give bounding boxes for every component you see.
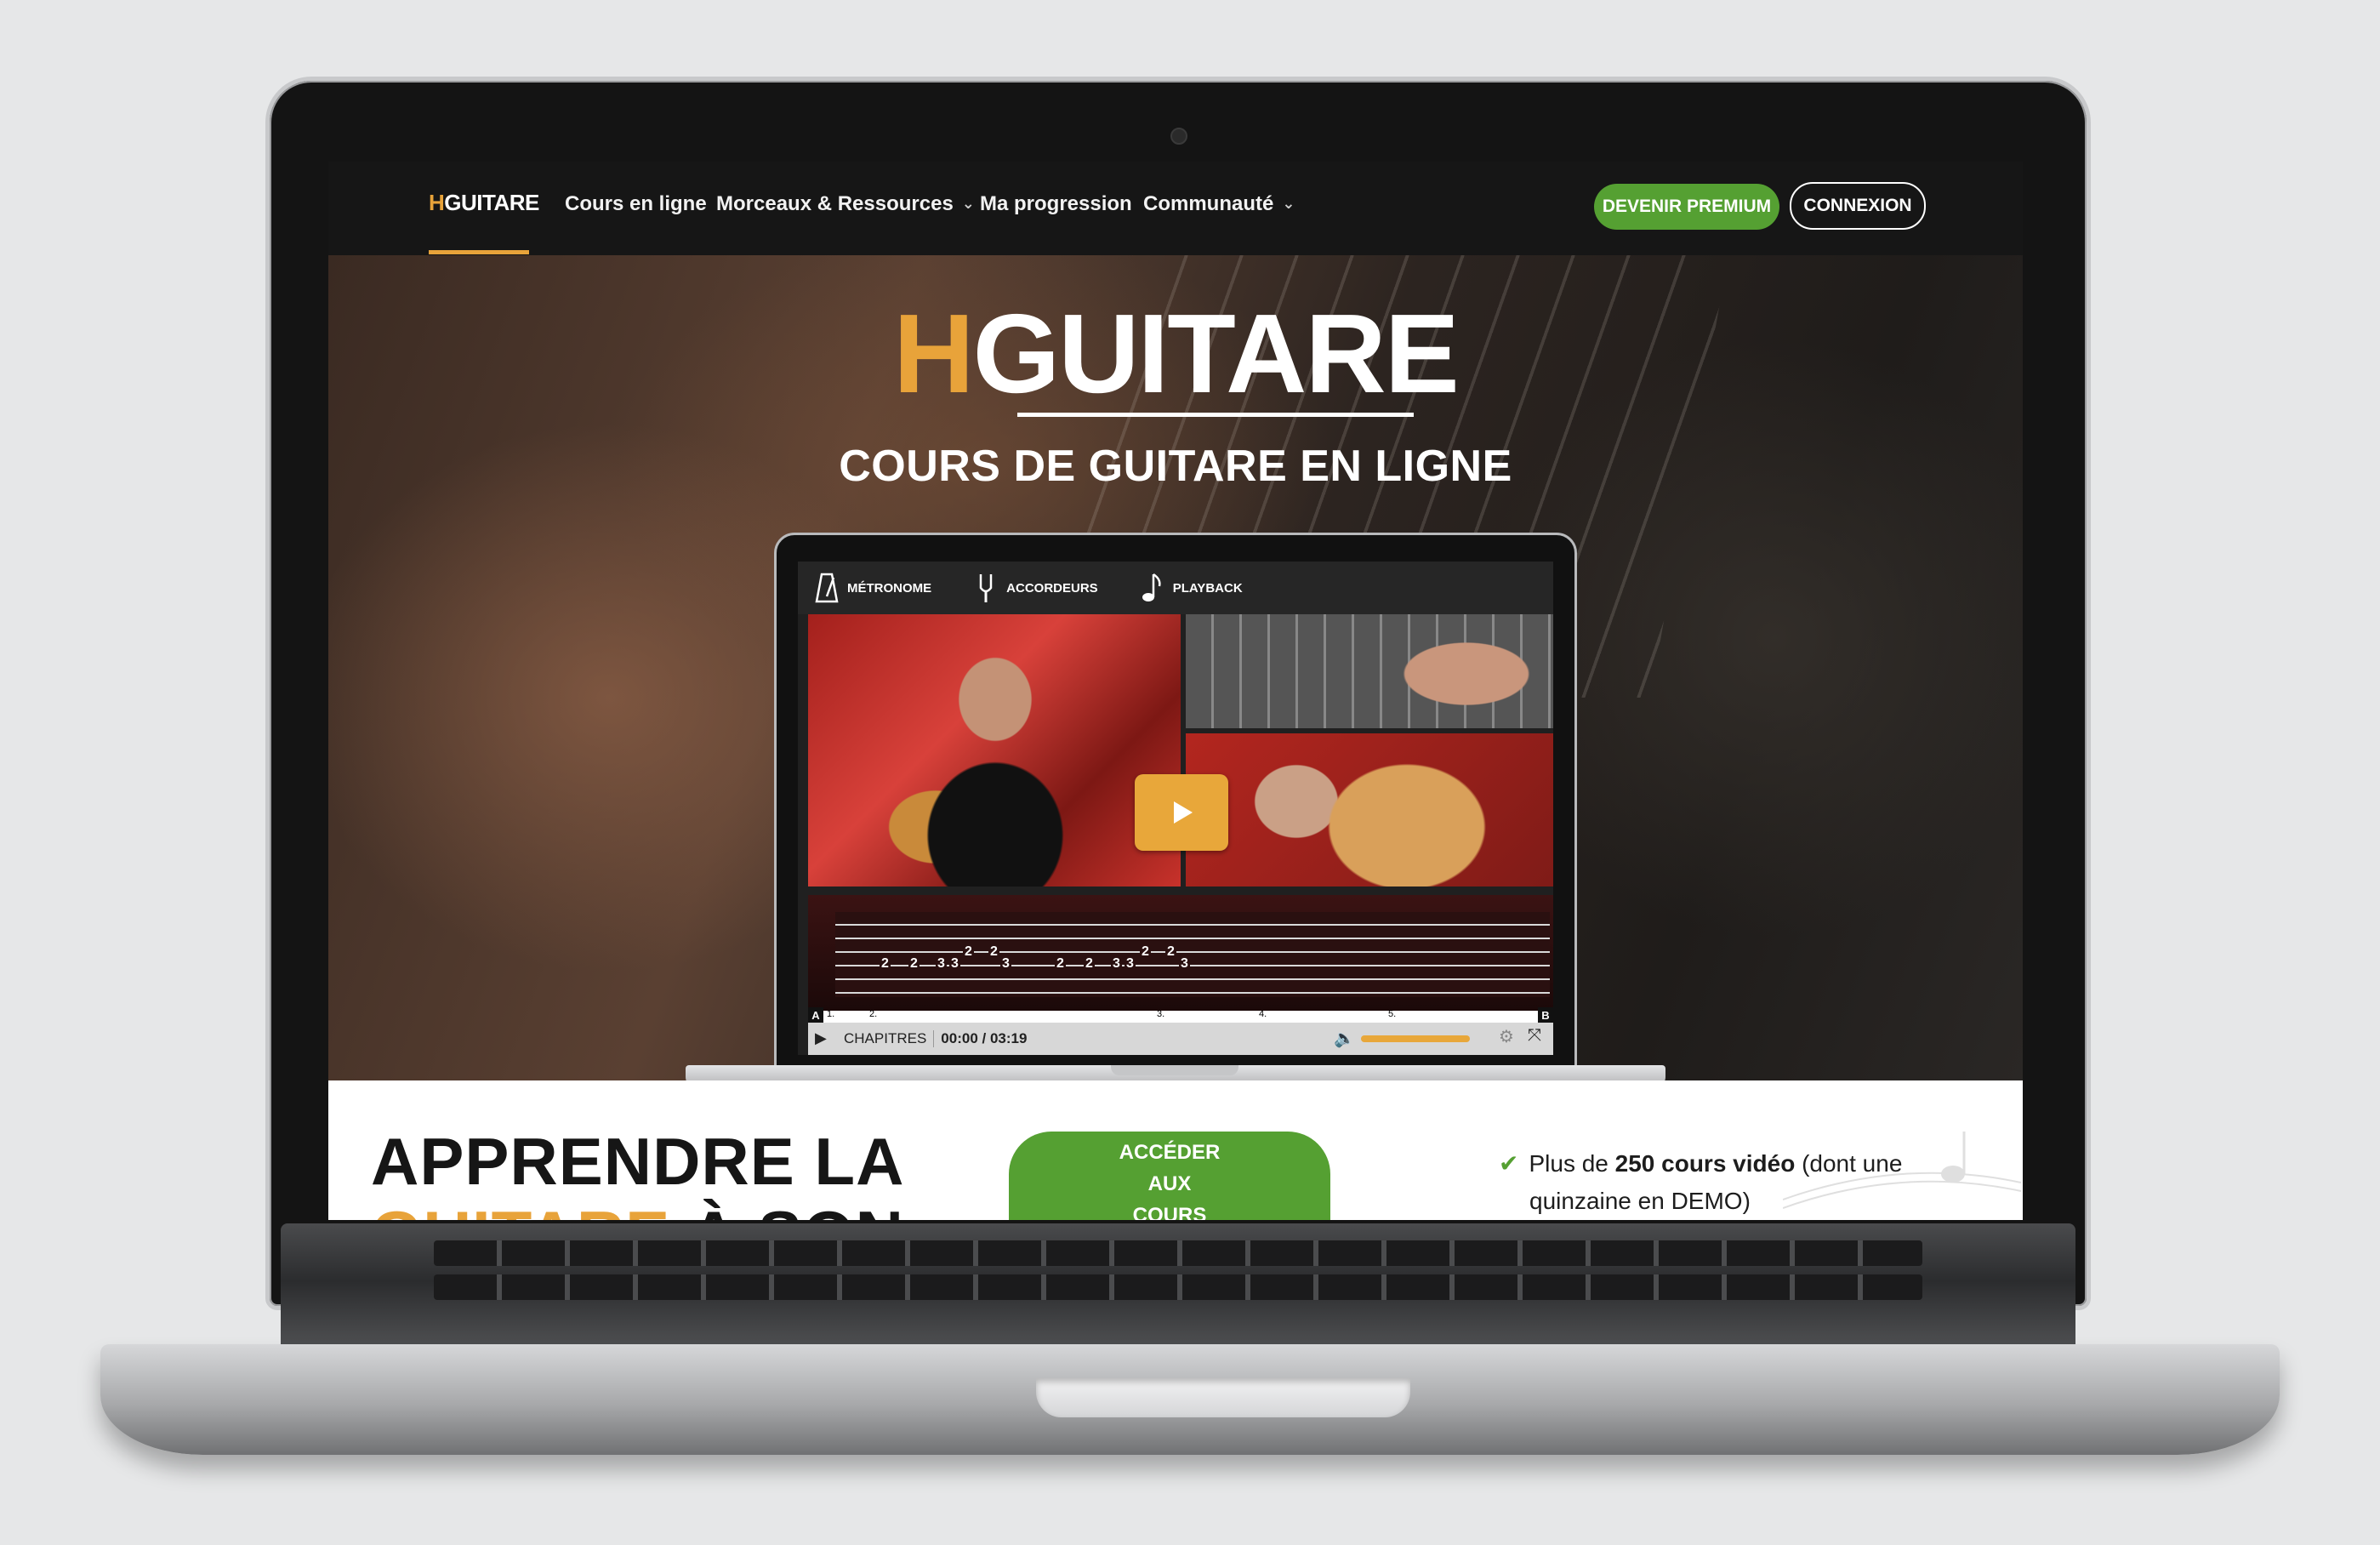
- section-marker: 4.: [1259, 1009, 1267, 1019]
- tab-note: 3: [1179, 956, 1190, 972]
- access-courses-button[interactable]: ACCÉDER AUX COURS: [1009, 1132, 1330, 1220]
- headline-highlight: GUITARE: [371, 1197, 670, 1220]
- nav-item-cours-en-ligne[interactable]: Cours en ligne: [565, 192, 707, 216]
- nav-item-ma-progression[interactable]: Ma progression: [980, 192, 1132, 216]
- tab-note: 2: [1055, 956, 1066, 972]
- loop-marker-b[interactable]: B: [1538, 1007, 1553, 1023]
- tab-note: 2: [1165, 944, 1176, 960]
- tab-note: 3: [1111, 956, 1122, 972]
- play-icon: [1174, 801, 1193, 824]
- settings-gear-icon[interactable]: ⚙: [1499, 1026, 1514, 1047]
- hero-logo-letter-h: H: [893, 291, 974, 416]
- logo-text: GUITARE: [444, 190, 539, 215]
- section-marker: 3.: [1157, 1009, 1165, 1019]
- video-fretboard-view: [1186, 614, 1553, 728]
- player-laptop-notch: [1111, 1065, 1238, 1075]
- tablature-staff: [835, 912, 1550, 997]
- tab-note: 2: [880, 956, 891, 972]
- nav-item-morceaux-ressources[interactable]: Morceaux & Ressources ⌄: [716, 192, 975, 216]
- tab-note: 2: [963, 944, 974, 960]
- hero-logo-text: GUITARE: [972, 291, 1460, 416]
- video-main-view: [808, 614, 1181, 887]
- section-marker: 1.: [827, 1009, 835, 1019]
- tab-note: 3: [1000, 956, 1011, 972]
- webcam-dot: [1170, 128, 1187, 145]
- nav-item-label: Cours en ligne: [565, 192, 707, 215]
- laptop-opening-notch: [1036, 1378, 1410, 1417]
- chevron-down-icon: ⌄: [1282, 195, 1295, 212]
- login-button[interactable]: CONNEXION: [1790, 182, 1926, 230]
- feature-bold: 250 cours vidéo: [1614, 1150, 1796, 1177]
- site-logo[interactable]: HGUITARE: [429, 190, 539, 216]
- metronome-icon: [815, 573, 839, 603]
- tool-label: MÉTRONOME: [847, 580, 932, 596]
- tool-label: PLAYBACK: [1172, 580, 1243, 596]
- keyboard-row: [434, 1274, 1922, 1300]
- music-note-icon: [1142, 573, 1161, 601]
- player-controls: ▶ CHAPITRES 00:00 / 03:19 🔈 ⚙ ⤧: [808, 1023, 1553, 1055]
- volume-icon[interactable]: 🔈: [1334, 1028, 1355, 1049]
- hero-logo-underline: [1017, 413, 1414, 417]
- cta-line: COURS: [1132, 1204, 1207, 1220]
- chevron-down-icon: ⌄: [961, 195, 975, 212]
- fullscreen-exit-icon[interactable]: ⤧: [1528, 1026, 1541, 1046]
- tab-note: 3: [1125, 956, 1136, 972]
- metronome-tool[interactable]: MÉTRONOME: [815, 573, 931, 603]
- tab-note: 2: [908, 956, 920, 972]
- section-marker: 2.: [869, 1009, 878, 1019]
- nav-item-label: Ma progression: [980, 192, 1132, 215]
- intro-section: APPRENDRE LA GUITARE À SON ACCÉDER AUX C…: [328, 1080, 2023, 1220]
- time-display: 00:00 / 03:19: [941, 1030, 1028, 1046]
- tablature-panel: 2 2 3 3 2 2 3 2 2 3 3 2 2 3: [808, 895, 1553, 1011]
- logo-letter-h: H: [429, 190, 445, 215]
- playback-timeline[interactable]: A 1. 2. 3. 4. 5. B: [808, 1007, 1553, 1023]
- active-nav-indicator: [429, 250, 529, 254]
- music-notes-decoration-icon: [1783, 1132, 2021, 1209]
- nav-item-label: Morceaux & Ressources: [716, 192, 954, 215]
- tab-note: 2: [1084, 956, 1095, 972]
- play-small-icon[interactable]: ▶: [815, 1029, 827, 1047]
- headline-rest: À SON: [670, 1197, 904, 1220]
- website-screen: HGUITARE Cours en ligne Morceaux & Resso…: [328, 162, 2023, 1220]
- section-headline: APPRENDRE LA GUITARE À SON: [371, 1125, 904, 1220]
- tab-note: 2: [988, 944, 999, 960]
- video-picking-hand-view: [1186, 733, 1553, 887]
- playback-tool[interactable]: PLAYBACK: [1141, 573, 1243, 603]
- tab-note: 3: [936, 956, 947, 972]
- cta-line: ACCÉDER: [1119, 1141, 1221, 1164]
- hero-section: HGUITARE COURS DE GUITARE EN LIGNE MÉTRO…: [328, 255, 2023, 1080]
- headline-line-1: APPRENDRE LA: [371, 1124, 905, 1199]
- become-premium-button[interactable]: DEVENIR PREMIUM: [1594, 184, 1779, 230]
- play-button[interactable]: [1135, 774, 1228, 851]
- tuner-tool[interactable]: ACCORDEURS: [974, 573, 1098, 603]
- video-player: MÉTRONOME ACCORDEURS PLAYBACK 2 2 3 3 2 …: [798, 562, 1553, 1055]
- hero-logo: HGUITARE: [328, 289, 2023, 418]
- nav-item-label: Communauté: [1143, 192, 1274, 215]
- chapters-button[interactable]: CHAPITRES: [837, 1030, 935, 1047]
- checkmark-icon: ✔: [1499, 1150, 1519, 1177]
- feature-prefix: Plus de: [1529, 1150, 1615, 1177]
- tool-label: ACCORDEURS: [1006, 580, 1098, 596]
- tuning-fork-icon: [979, 574, 993, 602]
- keyboard-row: [434, 1240, 1922, 1266]
- volume-slider[interactable]: [1361, 1035, 1470, 1042]
- player-toolbar: MÉTRONOME ACCORDEURS PLAYBACK: [798, 562, 1553, 614]
- hero-subtitle: COURS DE GUITARE EN LIGNE: [839, 442, 1512, 491]
- top-navbar: HGUITARE Cours en ligne Morceaux & Resso…: [328, 162, 2023, 255]
- section-marker: 5.: [1388, 1009, 1397, 1019]
- cta-line: AUX: [1147, 1172, 1192, 1195]
- headline-line-2: GUITARE À SON: [371, 1198, 904, 1220]
- tab-note: 3: [949, 956, 960, 972]
- loop-marker-a[interactable]: A: [808, 1007, 823, 1023]
- nav-item-communaute[interactable]: Communauté ⌄: [1143, 192, 1295, 216]
- tab-note: 2: [1140, 944, 1151, 960]
